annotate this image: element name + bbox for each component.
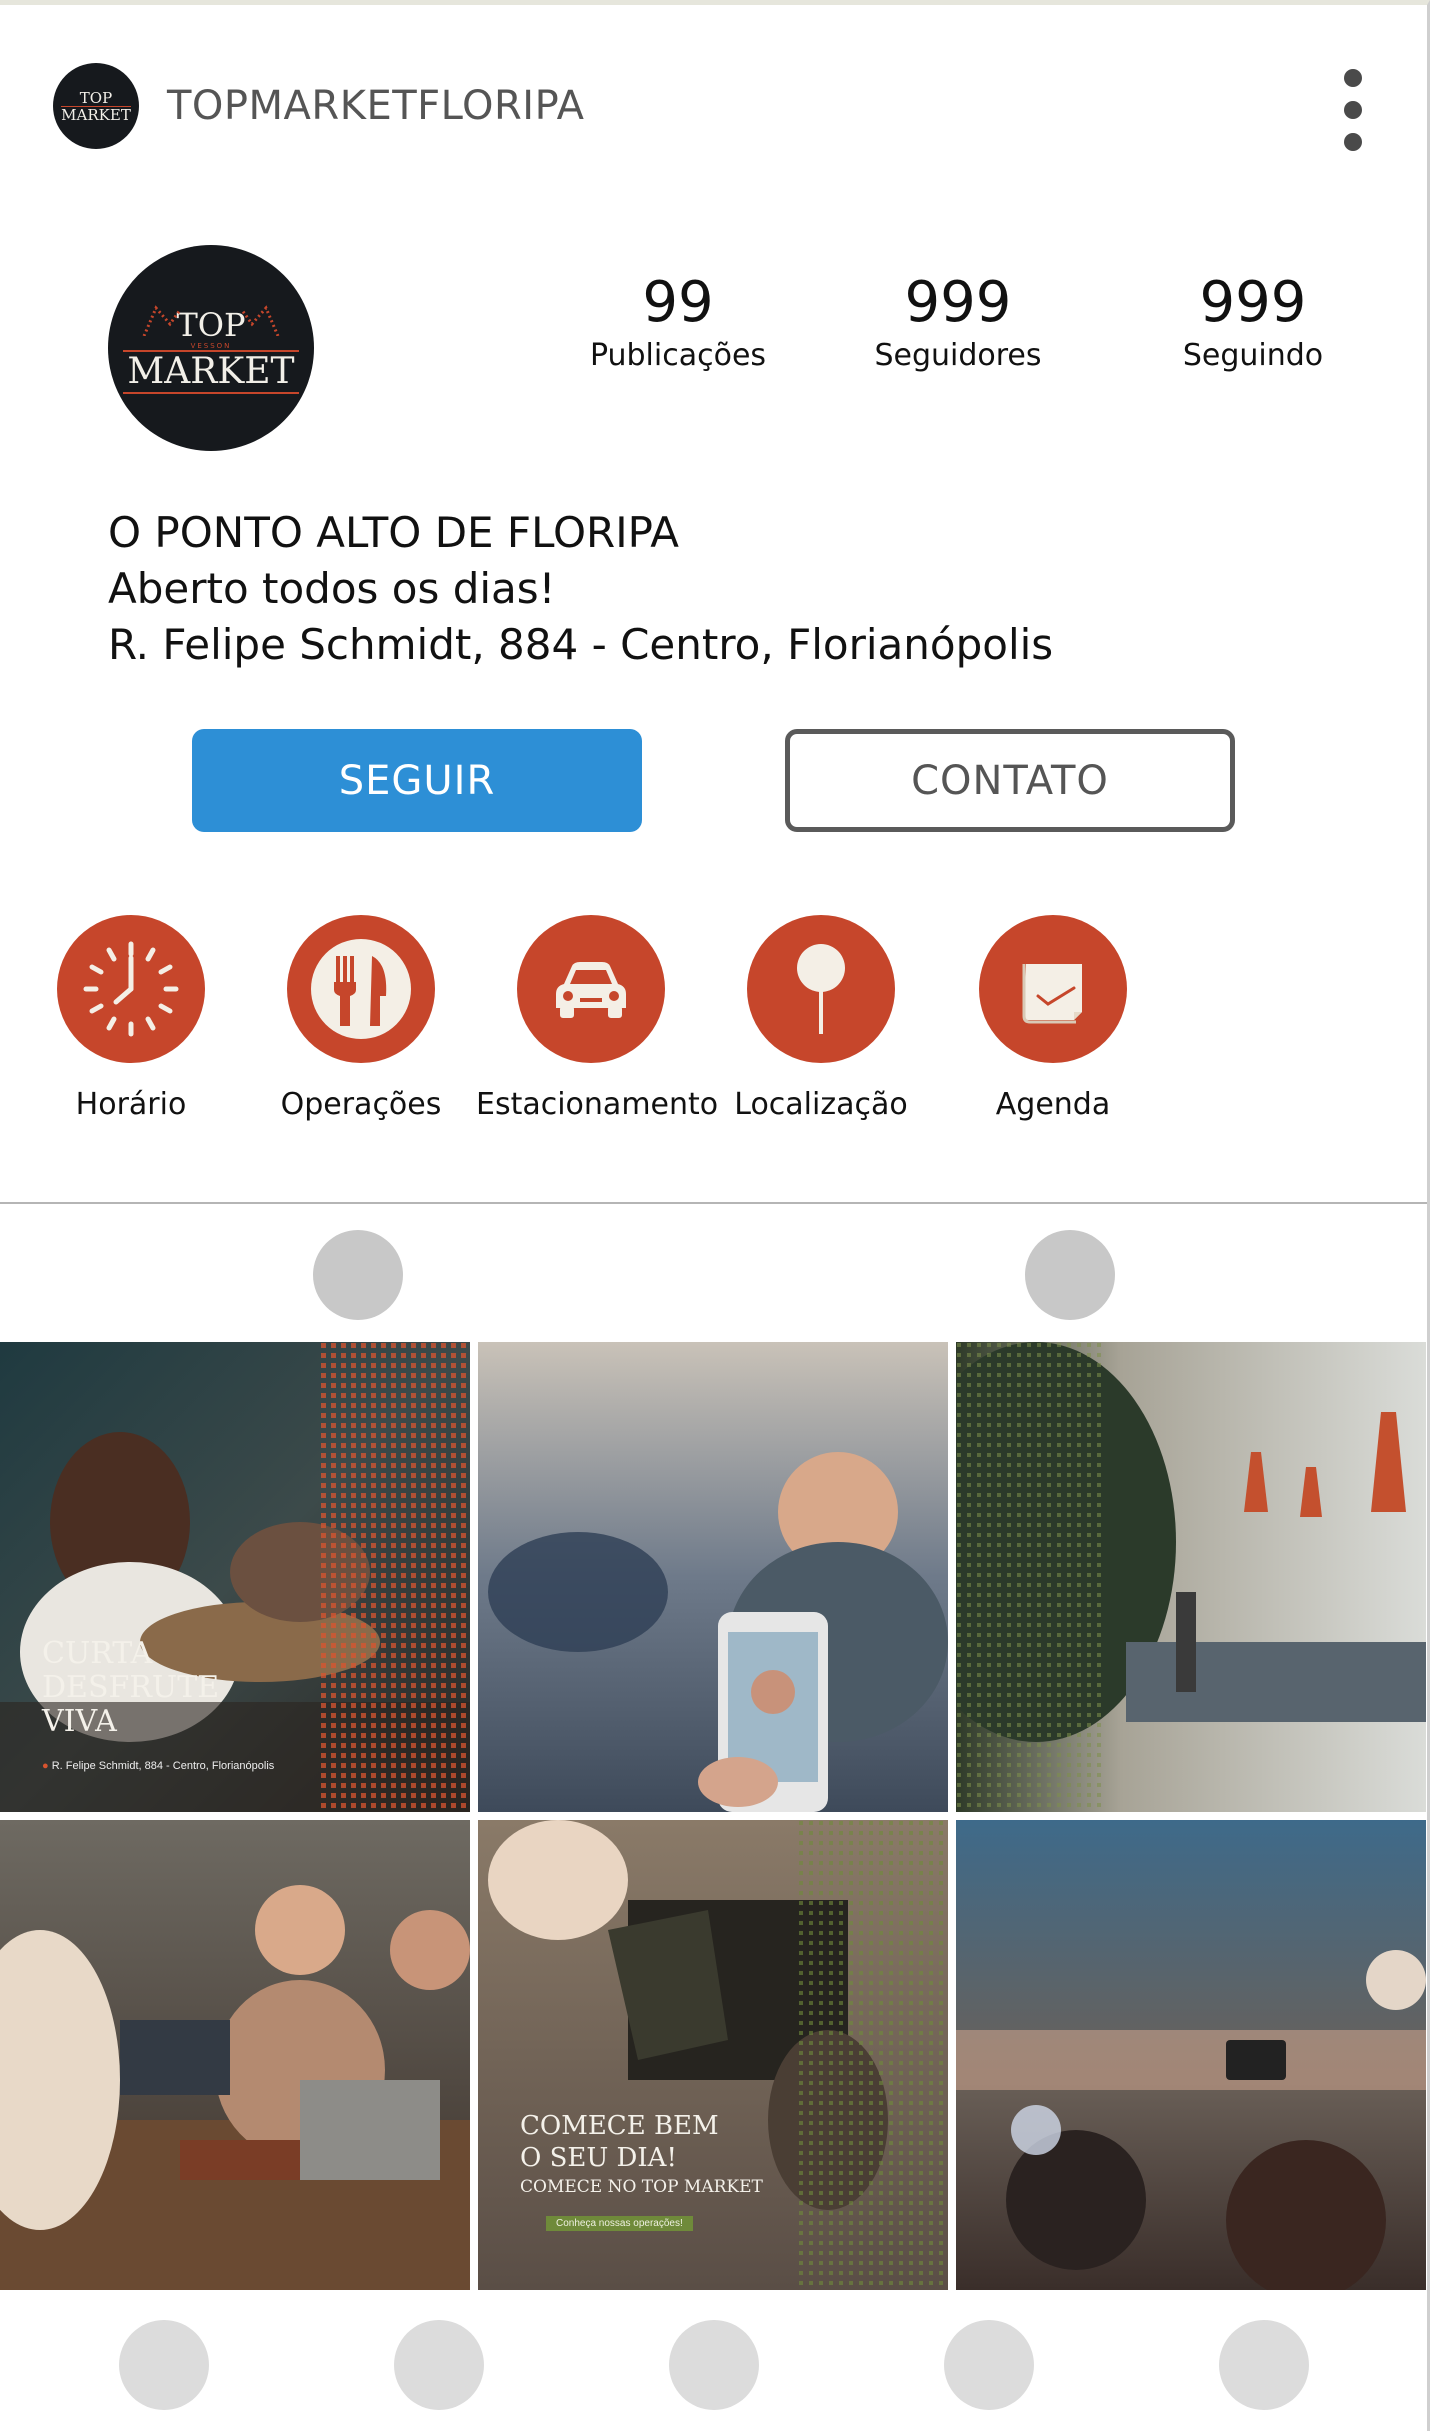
nav-profile[interactable] (1219, 2320, 1309, 2410)
highlight-circle (747, 915, 895, 1063)
highlight-horario[interactable]: Horário (16, 915, 246, 1125)
post-tile-2[interactable] (478, 1342, 948, 1812)
nav-create[interactable] (669, 2320, 759, 2410)
fork-knife-icon (311, 939, 411, 1039)
post-image-3 (956, 1342, 1426, 1812)
post5-line2: O SEU DIA! (520, 2143, 677, 2173)
menu-dot (1344, 101, 1362, 119)
stat-followers-label: Seguidores (874, 338, 1042, 373)
post-image-1 (0, 1342, 470, 1812)
bio-line-address: R. Felipe Schmidt, 884 - Centro, Florian… (108, 620, 1054, 669)
profile-logo-market: MARKET (123, 350, 299, 394)
car-icon (556, 962, 626, 1018)
stat-following-label: Seguindo (1182, 338, 1324, 373)
highlight-label: Estacionamento (476, 1087, 719, 1122)
tab-tagged[interactable] (1025, 1230, 1115, 1320)
bio-line-title: O PONTO ALTO DE FLORIPA (108, 508, 679, 557)
post1-line3: VIVA (42, 1704, 117, 1739)
header-logo-top: TOP (79, 88, 113, 107)
nav-home[interactable] (119, 2320, 209, 2410)
highlight-label: Agenda (995, 1087, 1111, 1122)
clock-icon (83, 941, 179, 1037)
stat-posts[interactable]: 99 Publicações (568, 270, 788, 376)
post5-subtitle: COMECE NO TOP MARKET (520, 2177, 763, 2197)
notepad-icon (1022, 964, 1082, 1024)
location-pin-icon: ● (42, 1760, 49, 1772)
menu-dot (1344, 133, 1362, 151)
stat-followers[interactable]: 999 Seguidores (848, 270, 1068, 376)
post5-line1: COMECE BEM (520, 2111, 719, 2141)
highlight-circle (979, 915, 1127, 1063)
stat-following-value: 999 (1199, 270, 1307, 335)
follow-button[interactable]: SEGUIR (192, 729, 642, 832)
profile-logo-small: VESSON (190, 342, 232, 350)
header-logo-market: MARKET (61, 105, 131, 124)
header-username[interactable]: TOPMARKETFLORIPA (167, 83, 585, 129)
highlight-label: Operações (280, 1087, 442, 1122)
post1-address: ● R. Felipe Schmidt, 884 - Centro, Flori… (42, 1760, 274, 1772)
post-image-2 (478, 1342, 948, 1812)
highlight-circle (517, 915, 665, 1063)
highlight-label: Horário (75, 1087, 187, 1122)
stat-posts-value: 99 (642, 270, 714, 335)
stat-posts-label: Publicações (589, 338, 767, 373)
more-vertical-icon[interactable] (1335, 65, 1371, 155)
highlight-operacoes[interactable]: Operações (246, 915, 476, 1125)
section-divider (0, 1202, 1427, 1204)
post-tile-3[interactable] (956, 1342, 1426, 1812)
bio-line-hours: Aberto todos os dias! (108, 564, 556, 613)
highlight-agenda[interactable]: Agenda (938, 915, 1168, 1125)
post1-line2: DESFRUTE (42, 1670, 220, 1705)
post-tile-6[interactable] (956, 1820, 1426, 2290)
highlight-circle (287, 915, 435, 1063)
contact-button[interactable]: CONTATO (785, 729, 1235, 832)
post5-text: COMECE BEM O SEU DIA! (520, 2110, 719, 2174)
stat-followers-value: 999 (904, 270, 1012, 335)
post1-text: CURTA DESFRUTE VIVA (42, 1637, 219, 1739)
crown-lights-icon (142, 305, 280, 336)
post5-cta-button[interactable]: Conheça nossas operações! (546, 2216, 693, 2231)
menu-dot (1344, 69, 1362, 87)
nav-search[interactable] (394, 2320, 484, 2410)
post1-line1: CURTA (42, 1636, 153, 1671)
post-tile-4[interactable] (0, 1820, 470, 2290)
highlight-circle (57, 915, 205, 1063)
profile-avatar[interactable]: TOP VESSON MARKET (108, 245, 314, 451)
post-image-6 (956, 1820, 1426, 2290)
highlight-estacionamento[interactable]: Estacionamento (476, 915, 719, 1125)
profile-bio: O PONTO ALTO DE FLORIPA Aberto todos os … (108, 505, 1053, 673)
post-tile-1[interactable]: CURTA DESFRUTE VIVA ● R. Felipe Schmidt,… (0, 1342, 470, 1812)
post-image-4 (0, 1820, 470, 2290)
top-bar: TOP MARKET TOPMARKETFLORIPA (0, 5, 1427, 205)
highlight-label: Localização (734, 1087, 908, 1122)
post1-address-text: R. Felipe Schmidt, 884 - Centro, Florian… (51, 1760, 275, 1772)
highlight-localizacao[interactable]: Localização (706, 915, 936, 1125)
post-tile-5[interactable]: COMECE BEM O SEU DIA! COMECE NO TOP MARK… (478, 1820, 948, 2290)
nav-activity[interactable] (944, 2320, 1034, 2410)
tab-grid[interactable] (313, 1230, 403, 1320)
pin-icon (797, 944, 845, 1034)
header-avatar[interactable]: TOP MARKET (53, 63, 139, 149)
stat-following[interactable]: 999 Seguindo (1143, 270, 1363, 376)
